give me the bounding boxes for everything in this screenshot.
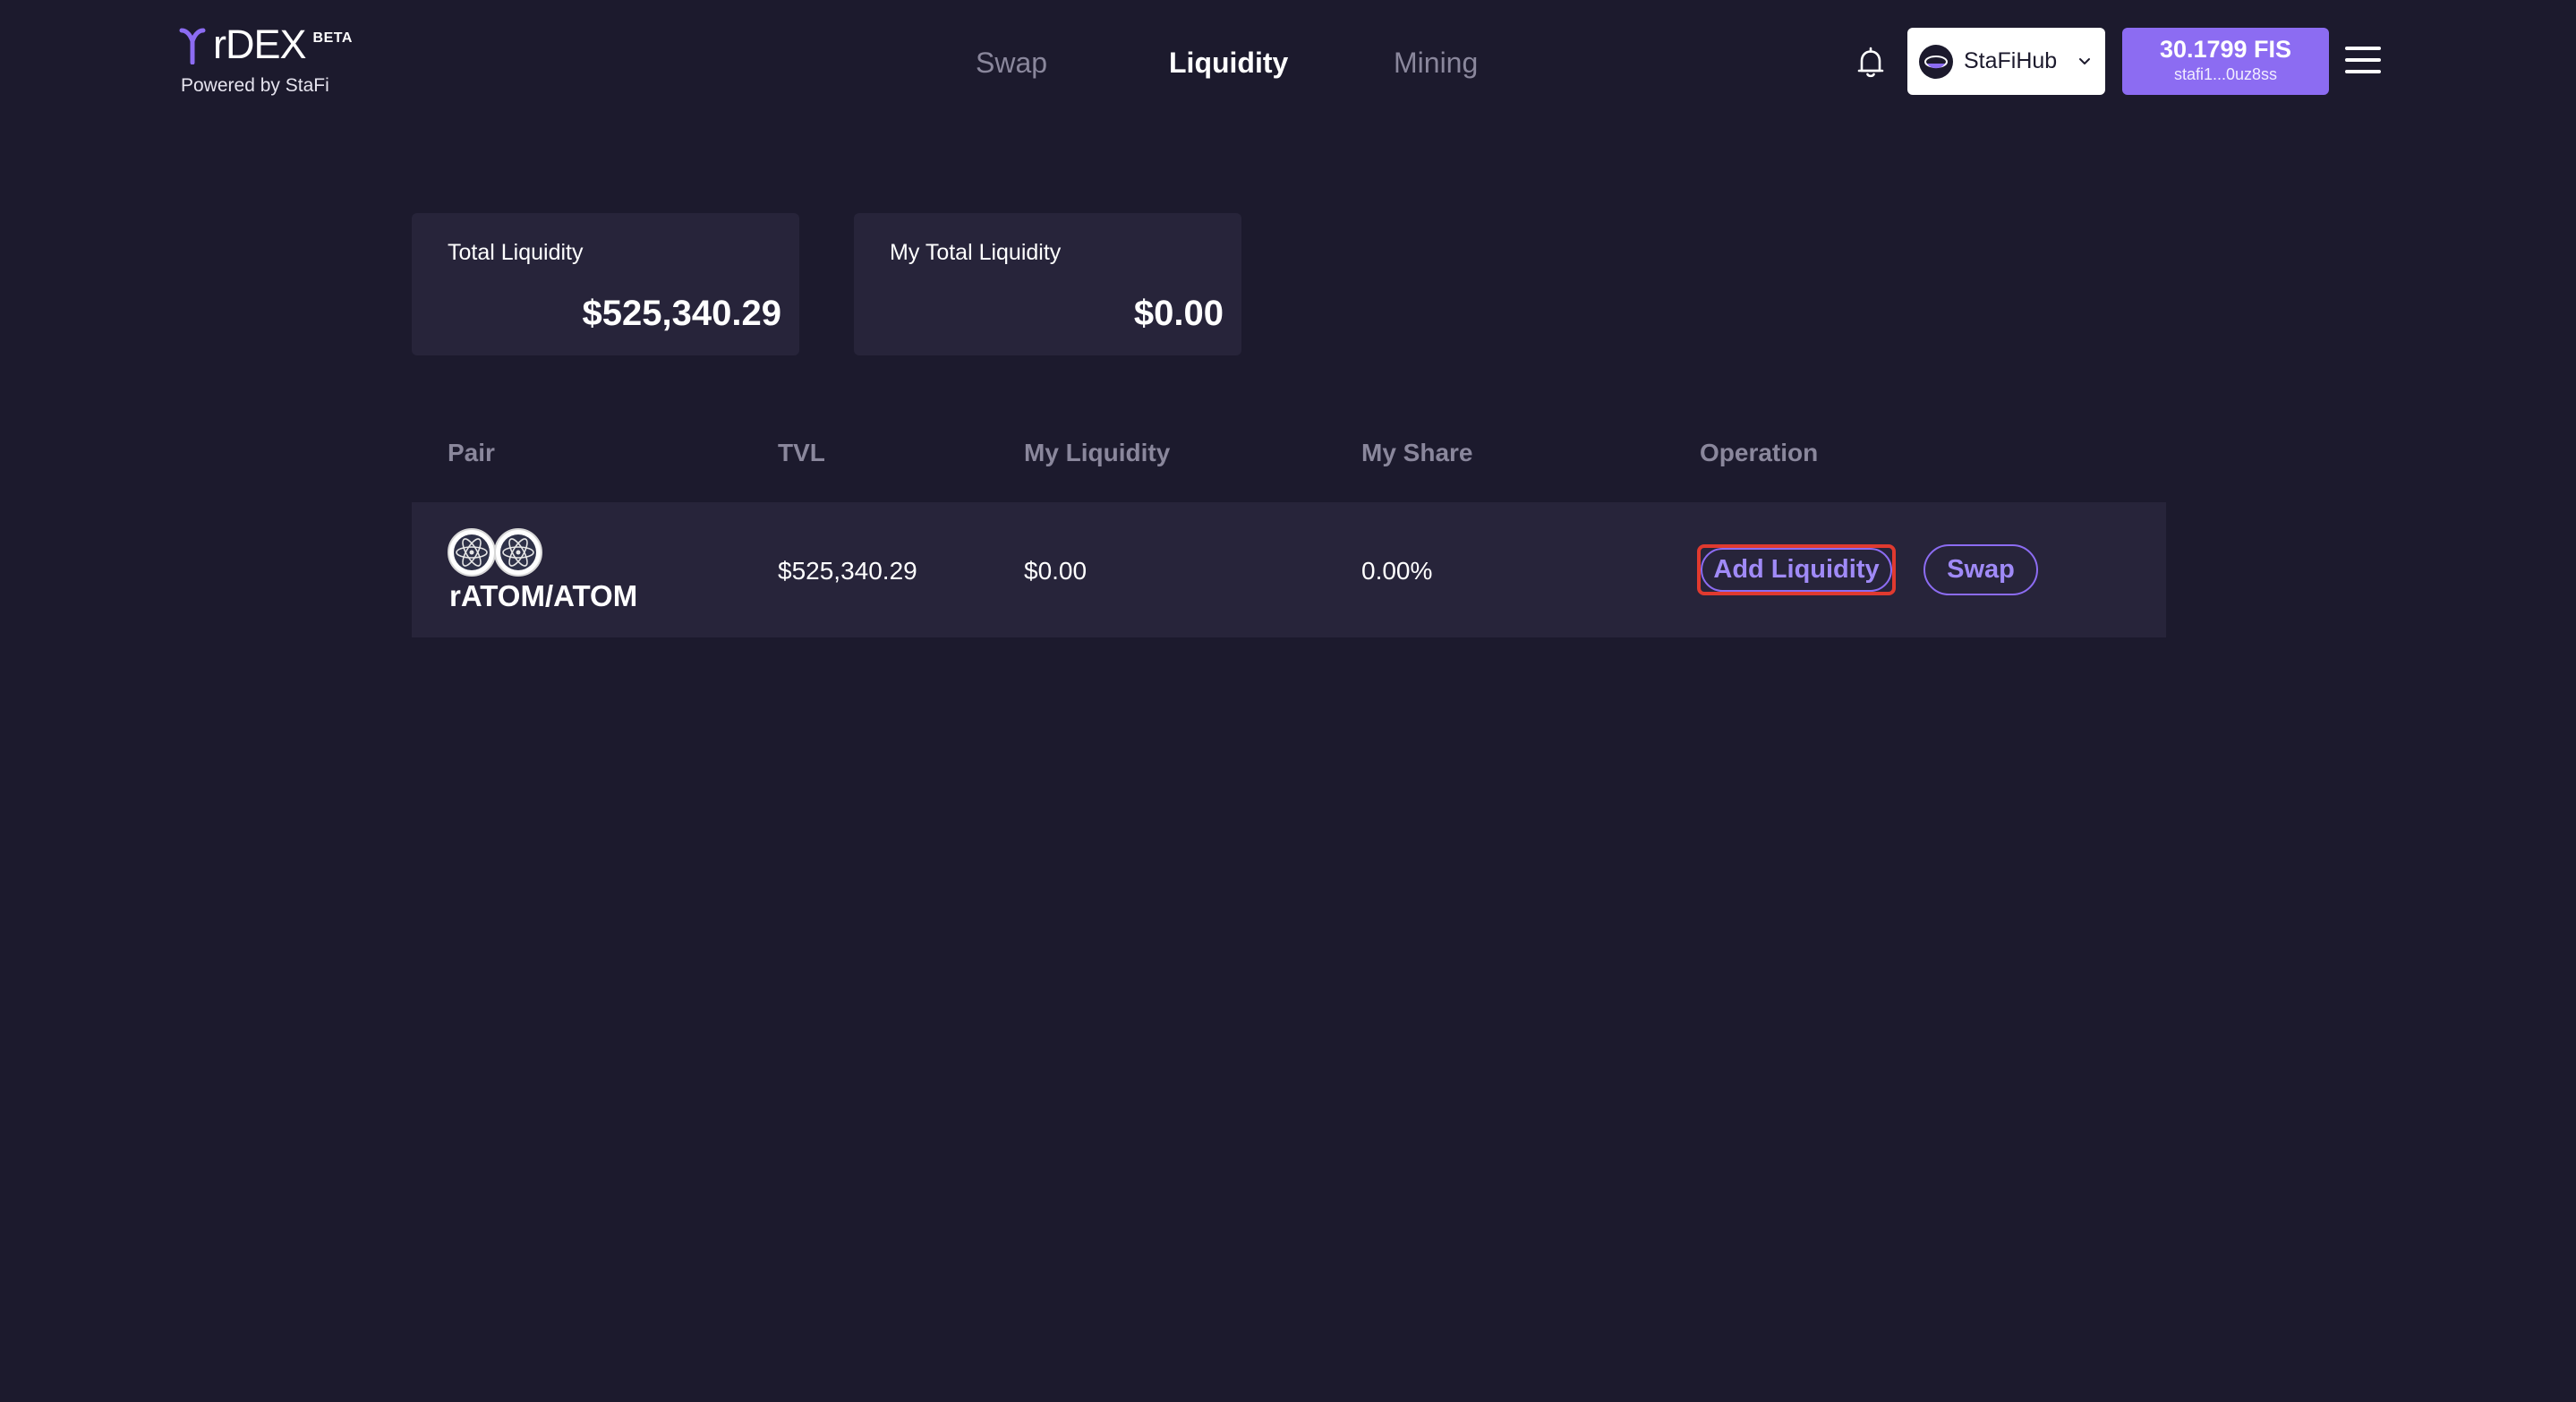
- total-liquidity-card: Total Liquidity $525,340.29: [412, 213, 799, 355]
- add-liquidity-label: Add Liquidity: [1701, 548, 1892, 592]
- column-header-my-liquidity: My Liquidity: [1024, 439, 1171, 466]
- my-total-liquidity-label: My Total Liquidity: [890, 240, 1062, 265]
- total-liquidity-value: $525,340.29: [582, 294, 781, 333]
- swap-button[interactable]: Swap: [1923, 544, 2038, 595]
- pair-my-liquidity: $0.00: [1024, 557, 1088, 585]
- atom-token-icon: [494, 528, 542, 577]
- add-liquidity-button[interactable]: Add Liquidity: [1697, 544, 1896, 595]
- wallet-address: stafi1...0uz8ss: [2173, 65, 2278, 83]
- column-header-my-share: My Share: [1361, 439, 1473, 466]
- network-selector[interactable]: StaFiHub: [1907, 28, 2105, 95]
- chevron-down-icon: [2079, 58, 2090, 64]
- network-name: StaFiHub: [1964, 48, 2058, 73]
- my-total-liquidity-value: $0.00: [1133, 294, 1224, 333]
- nav-mining[interactable]: Mining: [1394, 43, 1478, 82]
- table-header: Pair TVL My Liquidity My Share Operation: [0, 435, 2576, 471]
- nav-liquidity[interactable]: Liquidity: [1169, 43, 1288, 82]
- hamburger-menu-icon[interactable]: [2345, 47, 2381, 77]
- pair-name: rATOM/ATOM: [449, 579, 638, 612]
- wallet-balance: 30.1799 FIS: [2159, 36, 2292, 63]
- pair-my-share: 0.00%: [1361, 557, 1433, 585]
- ratom-token-icon: [448, 528, 496, 577]
- table-row: rATOM/ATOM $525,340.29 $0.00 0.00% Add L…: [412, 502, 2166, 637]
- column-header-operation: Operation: [1700, 439, 1819, 466]
- page: rDEX BETA Powered by StaFi Swap Liquidit…: [0, 0, 2576, 1402]
- column-header-tvl: TVL: [778, 439, 825, 466]
- bell-icon[interactable]: [1853, 45, 1889, 81]
- nav-swap[interactable]: Swap: [976, 43, 1047, 82]
- column-header-pair: Pair: [448, 439, 495, 466]
- total-liquidity-label: Total Liquidity: [448, 240, 584, 265]
- pair-tvl: $525,340.29: [778, 557, 917, 585]
- pair-icons: [448, 528, 542, 577]
- stafihub-logo-icon: [1919, 44, 1953, 79]
- wallet-button[interactable]: 30.1799 FIS stafi1...0uz8ss: [2122, 28, 2329, 95]
- my-total-liquidity-card: My Total Liquidity $0.00: [854, 213, 1241, 355]
